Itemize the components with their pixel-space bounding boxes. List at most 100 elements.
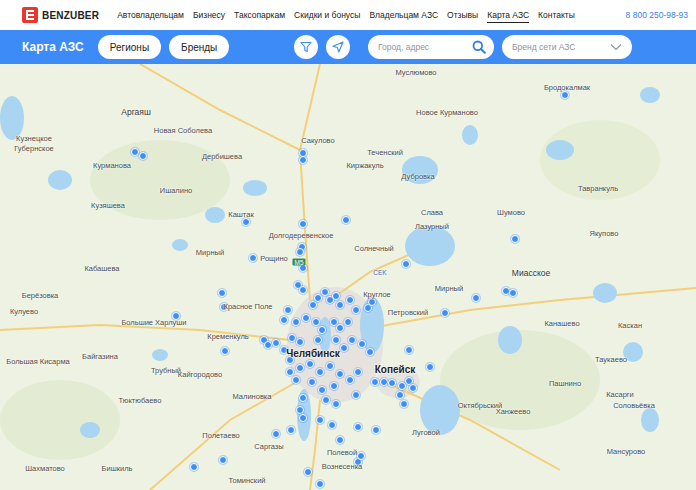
station-pin[interactable] <box>398 382 406 390</box>
station-pin[interactable] <box>561 91 569 99</box>
station-pin[interactable] <box>322 396 330 404</box>
brand-select[interactable]: Бренд сети АЗС <box>502 35 632 59</box>
station-pin[interactable] <box>357 452 365 460</box>
station-pin[interactable] <box>299 220 307 228</box>
station-pin[interactable] <box>409 384 417 392</box>
station-pin[interactable] <box>314 294 322 302</box>
search-icon[interactable] <box>472 40 486 54</box>
station-pin[interactable] <box>321 288 329 296</box>
station-pin[interactable] <box>344 318 352 326</box>
station-pin[interactable] <box>354 423 362 431</box>
station-pin[interactable] <box>405 346 413 354</box>
station-pin[interactable] <box>249 254 257 262</box>
station-pin[interactable] <box>299 156 307 164</box>
station-pin[interactable] <box>368 298 376 306</box>
nav-item[interactable]: Отзывы <box>447 8 478 23</box>
station-pin[interactable] <box>380 378 388 386</box>
station-pin[interactable] <box>352 306 360 314</box>
station-pin[interactable] <box>292 376 300 384</box>
logo[interactable]: BENZUBER <box>22 7 99 23</box>
filter-button[interactable]: Регионы <box>98 35 161 59</box>
station-pin[interactable] <box>332 292 340 300</box>
station-pin[interactable] <box>219 456 227 464</box>
station-pin[interactable] <box>299 414 307 422</box>
station-pin[interactable] <box>332 336 340 344</box>
station-pin[interactable] <box>511 235 519 243</box>
station-pin[interactable] <box>472 294 480 302</box>
station-pin[interactable] <box>318 386 326 394</box>
nav-item[interactable]: Бизнесу <box>193 8 225 23</box>
station-pin[interactable] <box>272 430 280 438</box>
station-pin[interactable] <box>284 306 292 314</box>
station-pin[interactable] <box>296 248 304 256</box>
station-pin[interactable] <box>308 378 316 386</box>
nav-item[interactable]: Таксопаркам <box>234 8 285 23</box>
station-pin[interactable] <box>372 426 380 434</box>
station-pin[interactable] <box>131 148 139 156</box>
station-pin[interactable] <box>330 382 338 390</box>
station-pin[interactable] <box>352 391 360 399</box>
station-pin[interactable] <box>366 348 374 356</box>
station-pin[interactable] <box>296 364 304 372</box>
station-pin[interactable] <box>242 218 250 226</box>
station-pin[interactable] <box>306 360 314 368</box>
station-pin[interactable] <box>288 334 296 342</box>
nav-item[interactable]: Владельцам АЗС <box>369 8 438 23</box>
station-pin[interactable] <box>286 368 294 376</box>
station-pin[interactable] <box>328 421 336 429</box>
station-pin[interactable] <box>326 362 334 370</box>
map[interactable]: М5МуслюмовоБродокалмакАргаяшНовое Курман… <box>0 64 696 490</box>
station-pin[interactable] <box>318 326 326 334</box>
station-pin[interactable] <box>336 324 344 332</box>
station-pin[interactable] <box>280 316 288 324</box>
station-pin[interactable] <box>312 318 320 326</box>
station-pin[interactable] <box>358 340 366 348</box>
station-pin[interactable] <box>441 309 449 317</box>
station-pin[interactable] <box>316 368 324 376</box>
station-pin[interactable] <box>299 286 307 294</box>
station-pin[interactable] <box>388 379 396 387</box>
station-pin[interactable] <box>332 400 340 408</box>
filter-button[interactable] <box>294 35 318 59</box>
station-pin[interactable] <box>400 400 408 408</box>
station-pin[interactable] <box>264 341 272 349</box>
station-pin[interactable] <box>302 314 310 322</box>
station-pin[interactable] <box>218 289 226 297</box>
address-search[interactable] <box>368 35 494 59</box>
station-pin[interactable] <box>402 260 410 268</box>
station-pin[interactable] <box>221 347 229 355</box>
station-pin[interactable] <box>287 426 295 434</box>
station-pin[interactable] <box>296 406 304 414</box>
nav-item[interactable]: Автовладельцам <box>117 8 184 23</box>
station-pin[interactable] <box>299 394 307 402</box>
station-pin[interactable] <box>348 336 356 344</box>
nav-item[interactable]: Контакты <box>538 8 575 23</box>
station-pin[interactable] <box>139 152 147 160</box>
station-pin[interactable] <box>292 318 300 326</box>
station-pin[interactable] <box>272 339 280 347</box>
address-input[interactable] <box>378 42 472 52</box>
station-pin[interactable] <box>426 363 434 371</box>
locate-button[interactable] <box>326 35 350 59</box>
station-pin[interactable] <box>336 301 344 309</box>
station-pin[interactable] <box>346 376 354 384</box>
station-pin[interactable] <box>304 468 312 476</box>
station-pin[interactable] <box>336 436 344 444</box>
station-pin[interactable] <box>316 416 324 424</box>
filter-button[interactable]: Бренды <box>169 35 229 59</box>
nav-item[interactable]: Карта АЗС <box>487 8 529 23</box>
phone-link[interactable]: 8 800 250-98-93 <box>626 10 688 20</box>
station-pin[interactable] <box>296 338 304 346</box>
station-pin[interactable] <box>346 296 354 304</box>
station-pin[interactable] <box>509 289 517 297</box>
station-pin[interactable] <box>190 463 198 471</box>
nav-item[interactable]: Скидки и бонусы <box>294 8 360 23</box>
station-pin[interactable] <box>336 370 344 378</box>
station-pin[interactable] <box>340 344 348 352</box>
station-pin[interactable] <box>342 216 350 224</box>
station-pin[interactable] <box>314 336 322 344</box>
station-pin[interactable] <box>354 368 362 376</box>
station-pin[interactable] <box>396 391 404 399</box>
station-pin[interactable] <box>371 378 379 386</box>
station-pin[interactable] <box>316 480 324 488</box>
